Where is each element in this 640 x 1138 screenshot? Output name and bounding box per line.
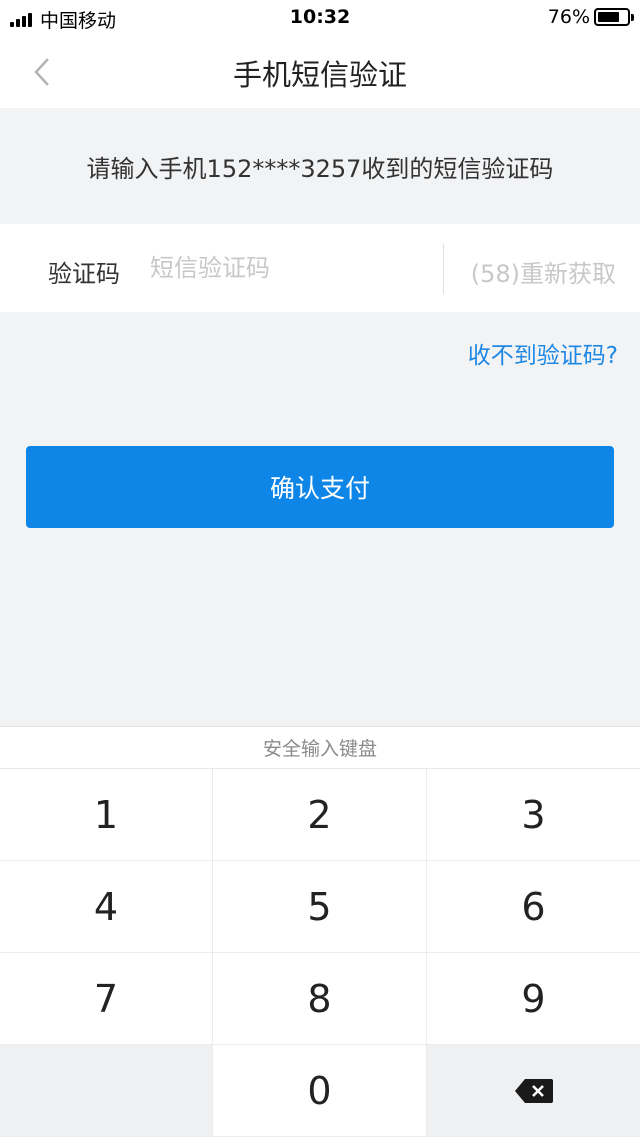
key-9[interactable]: 9 [427,953,640,1045]
status-right: 76% [547,6,634,28]
secure-keyboard: 安全输入键盘 1 2 3 4 5 6 7 8 9 0 [0,726,640,1138]
key-3[interactable]: 3 [427,769,640,861]
delete-key[interactable] [427,1045,640,1137]
key-7[interactable]: 7 [0,953,213,1045]
key-0[interactable]: 0 [213,1045,427,1137]
key-6[interactable]: 6 [427,861,640,953]
code-label: 验证码 [48,260,120,288]
key-2[interactable]: 2 [213,769,427,861]
confirm-payment-button[interactable]: 确认支付 [26,446,614,528]
key-8[interactable]: 8 [213,953,427,1045]
key-blank [0,1045,213,1137]
resend-button[interactable]: (58)重新获取 [471,254,616,289]
backspace-icon [514,1077,554,1105]
battery-percent: 76% [547,6,590,28]
code-input[interactable] [150,246,430,290]
key-5[interactable]: 5 [213,861,427,953]
battery-icon [594,8,634,26]
keypad: 1 2 3 4 5 6 7 8 9 0 [0,769,640,1137]
verification-code-row: 验证码 (58)重新获取 [0,224,640,312]
status-bar: 中国移动 10:32 76% [0,0,640,36]
keyboard-title: 安全输入键盘 [0,727,640,769]
nav-bar: 手机短信验证 [0,36,640,108]
key-4[interactable]: 4 [0,861,213,953]
no-code-link[interactable]: 收不到验证码? [468,336,618,370]
page-title: 手机短信验证 [232,58,407,92]
sms-prompt: 请输入手机152****3257收到的短信验证码 [86,154,554,183]
key-1[interactable]: 1 [0,769,213,861]
battery-fill [598,12,620,22]
divider [443,244,444,294]
status-time: 10:32 [289,6,351,28]
